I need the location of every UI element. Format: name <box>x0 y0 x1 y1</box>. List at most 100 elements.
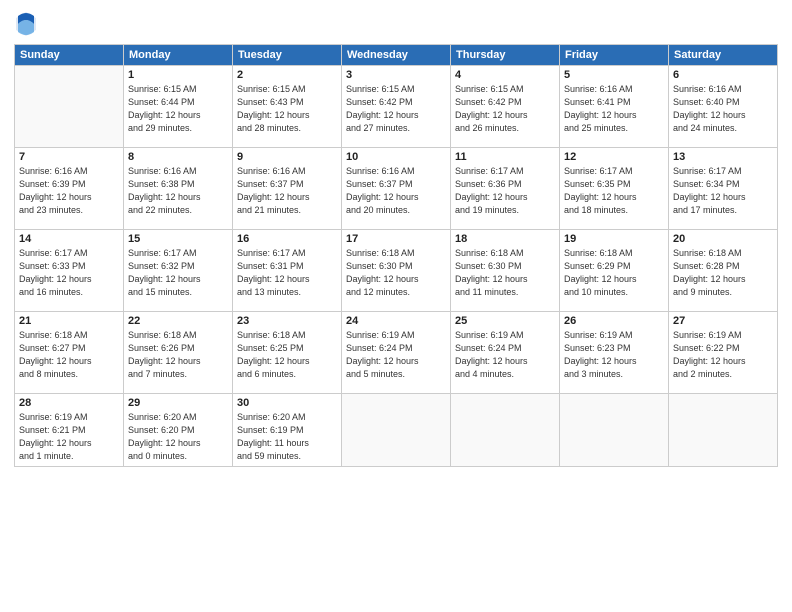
day-info: Sunrise: 6:15 AM Sunset: 6:42 PM Dayligh… <box>346 83 446 135</box>
calendar-cell: 10 Sunrise: 6:16 AM Sunset: 6:37 PM Dayli… <box>342 148 451 230</box>
calendar-week-1: 1 Sunrise: 6:15 AM Sunset: 6:44 PM Daylig… <box>15 66 778 148</box>
calendar-cell: 2 Sunrise: 6:15 AM Sunset: 6:43 PM Daylig… <box>233 66 342 148</box>
day-number: 14 <box>19 233 119 245</box>
calendar-week-4: 21 Sunrise: 6:18 AM Sunset: 6:27 PM Dayli… <box>15 312 778 394</box>
calendar-cell: 4Sunrise: 6:15 AM Sunset: 6:42 PM Daylig… <box>451 66 560 148</box>
day-info: Sunrise: 6:17 AM Sunset: 6:32 PM Dayligh… <box>128 247 228 299</box>
day-info: Sunrise: 6:19 AM Sunset: 6:24 PM Dayligh… <box>455 329 555 381</box>
day-number: 23 <box>237 315 337 327</box>
calendar-week-5: 28 Sunrise: 6:19 AM Sunset: 6:21 PM Dayli… <box>15 394 778 467</box>
day-number: 26 <box>564 315 664 327</box>
page: SundayMondayTuesdayWednesdayThursdayFrid… <box>0 0 792 612</box>
day-info: Sunrise: 6:18 AM Sunset: 6:30 PM Dayligh… <box>346 247 446 299</box>
calendar-cell: 12 Sunrise: 6:17 AM Sunset: 6:35 PM Dayli… <box>560 148 669 230</box>
calendar-cell <box>560 394 669 467</box>
day-info: Sunrise: 6:17 AM Sunset: 6:34 PM Dayligh… <box>673 165 773 217</box>
day-number: 29 <box>128 397 228 409</box>
day-info: Sunrise: 6:17 AM Sunset: 6:33 PM Dayligh… <box>19 247 119 299</box>
calendar-cell: 29 Sunrise: 6:20 AM Sunset: 6:20 PM Dayli… <box>124 394 233 467</box>
calendar-cell: 18 Sunrise: 6:18 AM Sunset: 6:30 PM Dayli… <box>451 230 560 312</box>
day-number: 8 <box>128 151 228 163</box>
day-number: 24 <box>346 315 446 327</box>
calendar-cell <box>669 394 778 467</box>
day-info: Sunrise: 6:16 AM Sunset: 6:40 PM Dayligh… <box>673 83 773 135</box>
day-info: Sunrise: 6:16 AM Sunset: 6:39 PM Dayligh… <box>19 165 119 217</box>
day-number: 10 <box>346 151 446 163</box>
calendar-cell: 14 Sunrise: 6:17 AM Sunset: 6:33 PM Dayli… <box>15 230 124 312</box>
day-info: Sunrise: 6:17 AM Sunset: 6:36 PM Dayligh… <box>455 165 555 217</box>
weekday-header-monday: Monday <box>124 45 233 66</box>
calendar-week-3: 14 Sunrise: 6:17 AM Sunset: 6:33 PM Dayli… <box>15 230 778 312</box>
day-number: 3 <box>346 69 446 81</box>
day-info: Sunrise: 6:16 AM Sunset: 6:41 PM Dayligh… <box>564 83 664 135</box>
calendar-cell: 27Sunrise: 6:19 AM Sunset: 6:22 PM Dayli… <box>669 312 778 394</box>
day-number: 25 <box>455 315 555 327</box>
calendar-cell <box>451 394 560 467</box>
day-info: Sunrise: 6:15 AM Sunset: 6:42 PM Dayligh… <box>455 83 555 135</box>
calendar-cell: 25 Sunrise: 6:19 AM Sunset: 6:24 PM Dayli… <box>451 312 560 394</box>
weekday-header-thursday: Thursday <box>451 45 560 66</box>
calendar-cell: 23 Sunrise: 6:18 AM Sunset: 6:25 PM Dayli… <box>233 312 342 394</box>
day-number: 15 <box>128 233 228 245</box>
day-number: 17 <box>346 233 446 245</box>
day-number: 1 <box>128 69 228 81</box>
day-info: Sunrise: 6:15 AM Sunset: 6:43 PM Dayligh… <box>237 83 337 135</box>
day-info: Sunrise: 6:18 AM Sunset: 6:30 PM Dayligh… <box>455 247 555 299</box>
day-info: Sunrise: 6:16 AM Sunset: 6:37 PM Dayligh… <box>346 165 446 217</box>
day-info: Sunrise: 6:17 AM Sunset: 6:35 PM Dayligh… <box>564 165 664 217</box>
day-number: 27 <box>673 315 773 327</box>
day-number: 28 <box>19 397 119 409</box>
weekday-header-wednesday: Wednesday <box>342 45 451 66</box>
weekday-header-tuesday: Tuesday <box>233 45 342 66</box>
day-number: 30 <box>237 397 337 409</box>
day-info: Sunrise: 6:15 AM Sunset: 6:44 PM Dayligh… <box>128 83 228 135</box>
weekday-header-friday: Friday <box>560 45 669 66</box>
calendar-cell: 20Sunrise: 6:18 AM Sunset: 6:28 PM Dayli… <box>669 230 778 312</box>
calendar-cell: 1 Sunrise: 6:15 AM Sunset: 6:44 PM Daylig… <box>124 66 233 148</box>
day-number: 5 <box>564 69 664 81</box>
day-info: Sunrise: 6:18 AM Sunset: 6:29 PM Dayligh… <box>564 247 664 299</box>
calendar-cell: 15 Sunrise: 6:17 AM Sunset: 6:32 PM Dayli… <box>124 230 233 312</box>
day-info: Sunrise: 6:16 AM Sunset: 6:37 PM Dayligh… <box>237 165 337 217</box>
calendar-cell: 3 Sunrise: 6:15 AM Sunset: 6:42 PM Daylig… <box>342 66 451 148</box>
day-info: Sunrise: 6:18 AM Sunset: 6:25 PM Dayligh… <box>237 329 337 381</box>
day-number: 6 <box>673 69 773 81</box>
calendar-cell: 28 Sunrise: 6:19 AM Sunset: 6:21 PM Dayli… <box>15 394 124 467</box>
day-number: 19 <box>564 233 664 245</box>
day-info: Sunrise: 6:19 AM Sunset: 6:23 PM Dayligh… <box>564 329 664 381</box>
day-number: 11 <box>455 151 555 163</box>
day-number: 12 <box>564 151 664 163</box>
day-info: Sunrise: 6:18 AM Sunset: 6:27 PM Dayligh… <box>19 329 119 381</box>
day-number: 21 <box>19 315 119 327</box>
calendar-cell: 13 Sunrise: 6:17 AM Sunset: 6:34 PM Dayli… <box>669 148 778 230</box>
calendar-cell: 17 Sunrise: 6:18 AM Sunset: 6:30 PM Dayli… <box>342 230 451 312</box>
header <box>14 10 778 38</box>
logo <box>14 10 42 38</box>
calendar-header-row: SundayMondayTuesdayWednesdayThursdayFrid… <box>15 45 778 66</box>
weekday-header-sunday: Sunday <box>15 45 124 66</box>
calendar-cell: 7 Sunrise: 6:16 AM Sunset: 6:39 PM Daylig… <box>15 148 124 230</box>
day-info: Sunrise: 6:18 AM Sunset: 6:28 PM Dayligh… <box>673 247 773 299</box>
day-info: Sunrise: 6:19 AM Sunset: 6:24 PM Dayligh… <box>346 329 446 381</box>
day-info: Sunrise: 6:19 AM Sunset: 6:21 PM Dayligh… <box>19 411 119 463</box>
day-number: 16 <box>237 233 337 245</box>
calendar-week-2: 7 Sunrise: 6:16 AM Sunset: 6:39 PM Daylig… <box>15 148 778 230</box>
day-number: 2 <box>237 69 337 81</box>
day-number: 13 <box>673 151 773 163</box>
calendar-cell: 5 Sunrise: 6:16 AM Sunset: 6:41 PM Daylig… <box>560 66 669 148</box>
calendar-cell: 30 Sunrise: 6:20 AM Sunset: 6:19 PM Dayli… <box>233 394 342 467</box>
calendar-cell: 21 Sunrise: 6:18 AM Sunset: 6:27 PM Dayli… <box>15 312 124 394</box>
calendar-cell: 11 Sunrise: 6:17 AM Sunset: 6:36 PM Dayli… <box>451 148 560 230</box>
day-number: 7 <box>19 151 119 163</box>
calendar-cell <box>342 394 451 467</box>
calendar-cell: 19 Sunrise: 6:18 AM Sunset: 6:29 PM Dayli… <box>560 230 669 312</box>
day-number: 22 <box>128 315 228 327</box>
calendar-cell: 9 Sunrise: 6:16 AM Sunset: 6:37 PM Daylig… <box>233 148 342 230</box>
calendar-cell: 26 Sunrise: 6:19 AM Sunset: 6:23 PM Dayli… <box>560 312 669 394</box>
day-info: Sunrise: 6:20 AM Sunset: 6:20 PM Dayligh… <box>128 411 228 463</box>
day-info: Sunrise: 6:20 AM Sunset: 6:19 PM Dayligh… <box>237 411 337 463</box>
day-number: 18 <box>455 233 555 245</box>
weekday-header-saturday: Saturday <box>669 45 778 66</box>
day-number: 9 <box>237 151 337 163</box>
calendar-cell: 24 Sunrise: 6:19 AM Sunset: 6:24 PM Dayli… <box>342 312 451 394</box>
